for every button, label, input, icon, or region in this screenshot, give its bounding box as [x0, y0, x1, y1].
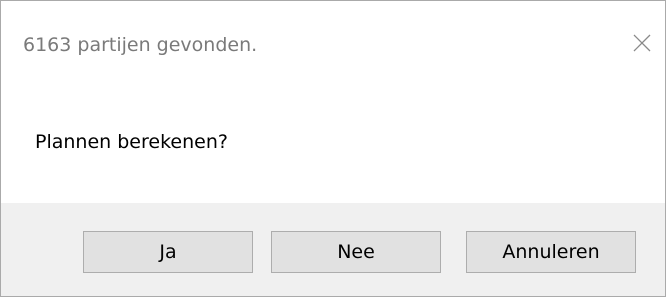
- close-button[interactable]: [619, 15, 665, 71]
- message-dialog: 6163 partijen gevonden. Plannen berekene…: [0, 0, 666, 297]
- button-bar: Ja Nee Annuleren: [1, 203, 665, 296]
- no-button[interactable]: Nee: [271, 231, 441, 273]
- title-bar: 6163 partijen gevonden.: [1, 1, 665, 87]
- yes-button[interactable]: Ja: [83, 231, 253, 273]
- dialog-content: Plannen berekenen?: [1, 87, 665, 203]
- dialog-message: Plannen berekenen?: [35, 131, 228, 153]
- dialog-title: 6163 partijen gevonden.: [23, 34, 258, 56]
- close-icon: [633, 34, 651, 52]
- cancel-button[interactable]: Annuleren: [466, 231, 636, 273]
